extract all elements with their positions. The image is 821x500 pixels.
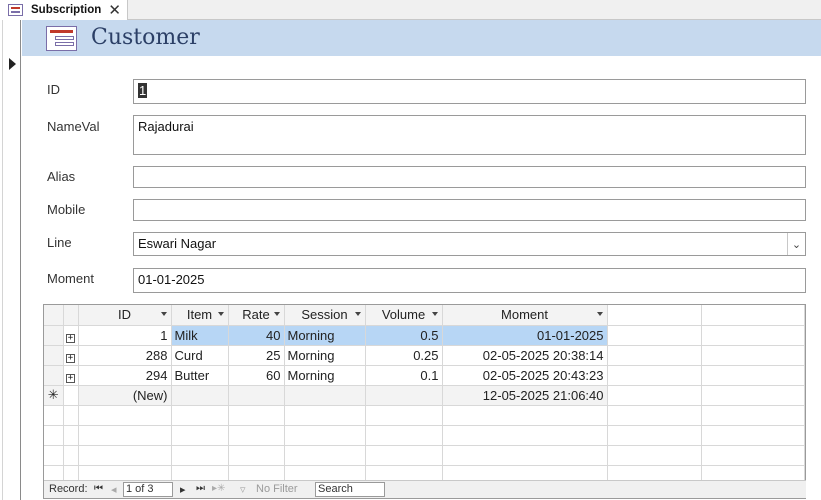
cell-id[interactable]: 288 [78, 345, 172, 366]
sort-dropdown-icon[interactable] [431, 312, 438, 316]
moment-field[interactable]: 01-01-2025 [133, 268, 806, 293]
select-all-corner[interactable] [44, 305, 64, 326]
line-label: Line [47, 235, 72, 250]
cell-moment[interactable]: 02-05-2025 20:43:23 [442, 365, 608, 386]
sort-dropdown-icon[interactable] [354, 312, 361, 316]
column-header-moment[interactable]: Moment [442, 305, 608, 326]
new-record-row[interactable]: ✳ (New) 12-05-2025 21:06:40 [44, 385, 805, 406]
moment-label: Moment [47, 271, 94, 286]
form-icon [46, 26, 77, 51]
sort-dropdown-icon[interactable] [596, 312, 603, 316]
new-record-icon[interactable]: ▸✳ [212, 483, 225, 494]
id-label: ID [47, 82, 60, 97]
expand-icon[interactable]: + [66, 353, 75, 363]
tab-subscription[interactable]: Subscription ✕ [0, 0, 128, 20]
search-input[interactable]: Search [315, 482, 385, 497]
row-selector[interactable] [44, 365, 64, 386]
name-label: NameVal [47, 119, 100, 134]
chevron-down-icon[interactable]: ⌄ [787, 233, 805, 255]
mobile-field[interactable] [133, 199, 806, 221]
table-row[interactable]: + 1 Milk 40 Morning 0.5 01-01-2025 [44, 325, 805, 346]
cell-moment[interactable]: 02-05-2025 20:38:14 [442, 345, 608, 366]
cell-session[interactable]: Morning [284, 325, 366, 346]
cell-moment-new[interactable]: 12-05-2025 21:06:40 [442, 385, 608, 406]
no-filter-button[interactable]: No Filter [256, 483, 298, 495]
alias-label: Alias [47, 169, 76, 184]
column-header-volume[interactable]: Volume [365, 305, 443, 326]
row-selector[interactable] [44, 325, 64, 346]
form-header: Customer [22, 20, 821, 56]
current-record-arrow-icon [9, 58, 16, 70]
cell-session[interactable]: Morning [284, 345, 366, 366]
sort-dropdown-icon[interactable] [217, 312, 224, 316]
current-record-input[interactable]: 1 of 3 [123, 482, 173, 497]
alias-field[interactable] [133, 166, 806, 188]
column-header-item[interactable]: Item [171, 305, 229, 326]
document-tab-strip: Subscription ✕ [0, 0, 821, 20]
cell-volume[interactable]: 0.25 [365, 345, 443, 366]
column-header-id[interactable]: ID [78, 305, 172, 326]
sort-dropdown-icon[interactable] [160, 312, 167, 316]
cell-rate[interactable]: 60 [228, 365, 285, 386]
cell-item[interactable]: Curd [171, 345, 229, 366]
table-row[interactable]: + 294 Butter 60 Morning 0.1 02-05-2025 2… [44, 365, 805, 386]
cell-rate[interactable]: 25 [228, 345, 285, 366]
record-selector[interactable] [2, 20, 21, 500]
line-value: Eswari Nagar [138, 236, 217, 251]
form-title: Customer [91, 25, 200, 50]
column-header-session[interactable]: Session [284, 305, 366, 326]
line-combo[interactable]: Eswari Nagar ⌄ [133, 232, 806, 256]
cell-volume[interactable]: 0.1 [365, 365, 443, 386]
next-record-icon[interactable]: ▸ [180, 483, 186, 496]
subscription-subgrid[interactable]: ID Item Rate Session Volume Moment + 1 M… [43, 304, 806, 499]
column-header-rate[interactable]: Rate [228, 305, 285, 326]
filter-icon[interactable]: ▿ [240, 483, 246, 496]
cell-rate[interactable]: 40 [228, 325, 285, 346]
expand-icon[interactable]: + [66, 333, 75, 343]
cell-item[interactable]: Milk [171, 325, 229, 346]
cell-id[interactable]: 1 [78, 325, 172, 346]
first-record-icon[interactable]: ⏮ [94, 483, 103, 494]
moment-value: 01-01-2025 [138, 272, 205, 287]
sort-dropdown-icon[interactable] [273, 312, 280, 316]
name-field[interactable]: Rajadurai [133, 115, 806, 155]
record-label: Record: [49, 483, 88, 495]
cell-moment[interactable]: 01-01-2025 [442, 325, 608, 346]
cell-id[interactable]: 294 [78, 365, 172, 386]
cell-session[interactable]: Morning [284, 365, 366, 386]
table-row[interactable]: + 288 Curd 25 Morning 0.25 02-05-2025 20… [44, 345, 805, 366]
name-value: Rajadurai [138, 119, 194, 134]
new-record-icon[interactable]: ✳ [44, 385, 64, 406]
mobile-label: Mobile [47, 202, 86, 217]
prev-record-icon[interactable]: ◂ [111, 483, 117, 496]
id-value: 1 [138, 83, 148, 98]
close-icon[interactable]: ✕ [108, 1, 121, 19]
tab-title: Subscription [31, 4, 102, 16]
form-icon [8, 4, 23, 16]
cell-volume[interactable]: 0.5 [365, 325, 443, 346]
last-record-icon[interactable]: ⏭ [196, 483, 205, 494]
cell-item[interactable]: Butter [171, 365, 229, 386]
record-navigator: Record: ⏮ ◂ 1 of 3 ▸ ⏭ ▸✳ ▿ No Filter Se… [44, 480, 806, 498]
row-selector[interactable] [44, 345, 64, 366]
expand-icon[interactable]: + [66, 373, 75, 383]
cell-id-new[interactable]: (New) [78, 385, 172, 406]
id-field[interactable]: 1 [133, 79, 806, 104]
